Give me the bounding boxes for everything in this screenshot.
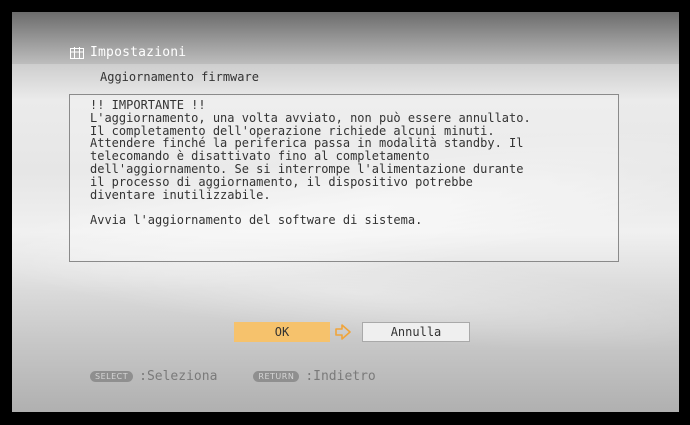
select-key-icon: SELECT <box>90 371 134 382</box>
page-title: Impostazioni <box>90 45 187 60</box>
warning-message-box: !! IMPORTANTE !! L'aggiornamento, una vo… <box>69 94 619 262</box>
select-hint: :Seleziona <box>139 369 218 384</box>
warning-line: L'aggiornamento, una volta avviato, non … <box>90 110 531 125</box>
warning-line: dell'aggiornamento. Se si interrompe l'a… <box>90 161 524 176</box>
confirmation-prompt: Avvia l'aggiornamento del software di si… <box>90 213 423 228</box>
return-hint: :Indietro <box>305 369 376 384</box>
return-key-icon: RETURN <box>253 371 300 382</box>
arrow-right-icon <box>335 324 351 340</box>
warning-line: il processo di aggiornamento, il disposi… <box>90 174 473 189</box>
ok-button[interactable]: OK <box>234 322 330 342</box>
warning-line: diventare inutilizzabile. <box>90 187 271 202</box>
firmware-update-screen: Impostazioni Aggiornamento firmware !! I… <box>12 12 679 412</box>
cancel-button[interactable]: Annulla <box>362 322 470 342</box>
warning-heading: !! IMPORTANTE !! <box>90 98 206 112</box>
page-header: Impostazioni <box>70 45 186 60</box>
settings-grid-icon <box>70 46 84 59</box>
button-hints: SELECT :Seleziona RETURN :Indietro <box>90 369 376 384</box>
page-subtitle: Aggiornamento firmware <box>100 70 259 84</box>
